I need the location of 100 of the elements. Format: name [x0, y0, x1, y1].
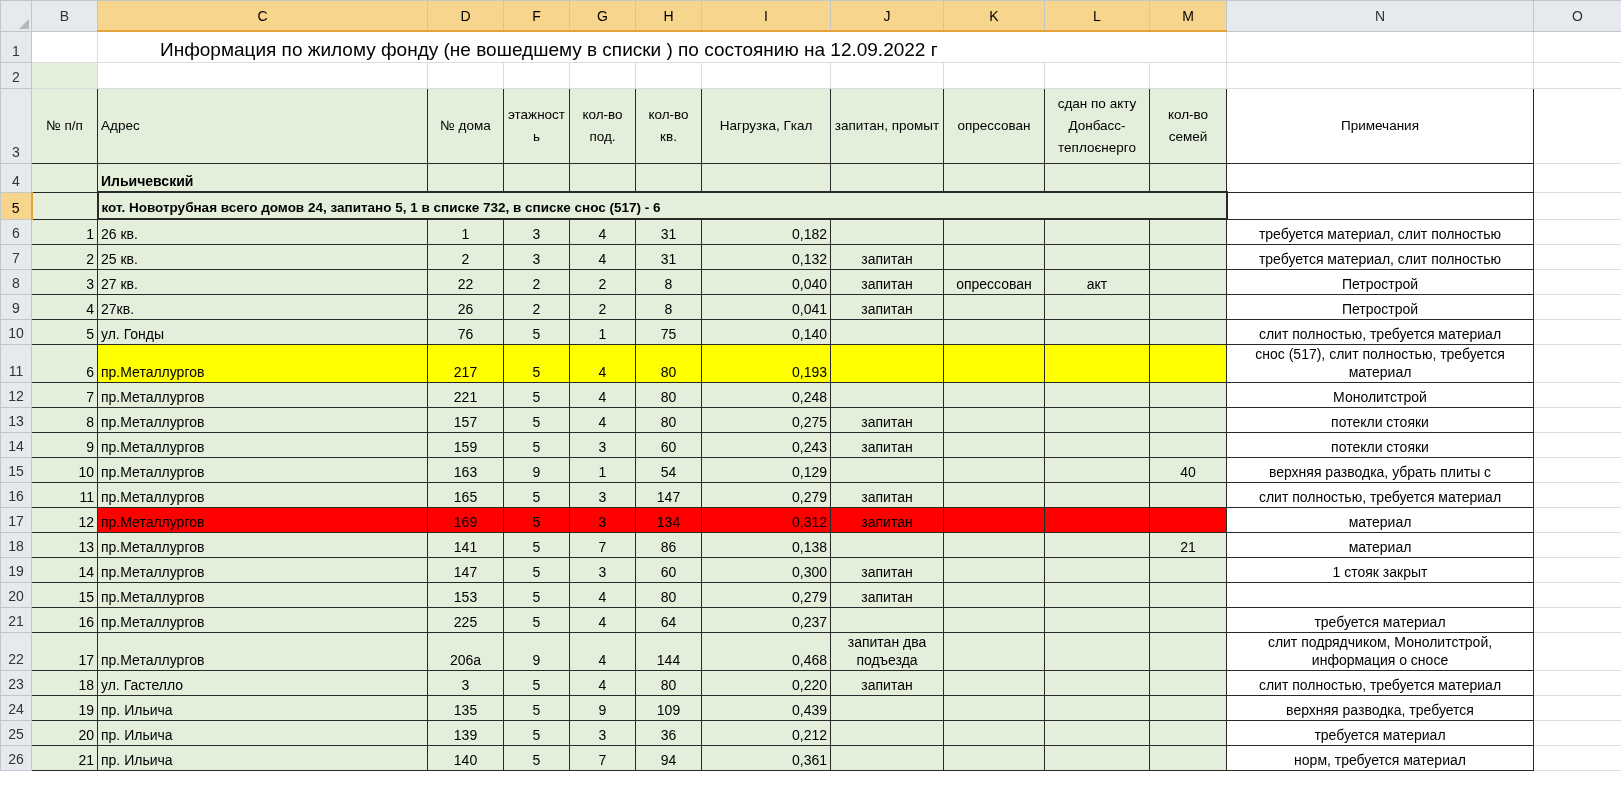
table-cell: требуется материал, слит полностью [1226, 219, 1534, 245]
table-cell: пр. Ильича [97, 720, 428, 746]
table-cell: запитан [830, 294, 944, 320]
column-header[interactable]: D [427, 0, 504, 31]
table-cell: 17 [31, 632, 98, 671]
table-cell: слит полностью, требуется материал [1226, 319, 1534, 345]
row-header[interactable]: 5 [0, 192, 32, 219]
table-cell: пр.Металлургов [97, 432, 428, 458]
table-cell: пр.Металлургов [97, 407, 428, 433]
row-header[interactable]: 20 [0, 582, 32, 608]
table-cell: пр. Ильича [97, 695, 428, 721]
row-header[interactable]: 4 [0, 163, 32, 192]
table-cell: Монолитстрой [1226, 382, 1534, 408]
table-cell: пр. Ильича [97, 745, 428, 771]
table-cell: 0,182 [701, 219, 831, 245]
table-cell: 0,300 [701, 557, 831, 583]
row-header[interactable]: 10 [0, 319, 32, 345]
table-cell: 0,248 [701, 382, 831, 408]
sheet-title: Информация по жилому фонду (не вошедшему в списки ) по состоянию на 12.09.2022 г [97, 31, 1227, 63]
row-header[interactable]: 12 [0, 382, 32, 408]
triangle-icon [19, 18, 29, 29]
table-cell: 0,040 [701, 269, 831, 295]
row-header[interactable]: 11 [0, 344, 32, 383]
row-header[interactable]: 6 [0, 219, 32, 245]
column-header[interactable]: I [701, 0, 831, 31]
row-header[interactable]: 8 [0, 269, 32, 295]
table-cell: пр.Металлургов [97, 607, 428, 633]
column-title: Нагрузка, Гкал [701, 88, 831, 164]
column-header[interactable]: G [569, 0, 636, 31]
table-cell: акт [1044, 269, 1150, 295]
row-header[interactable]: 24 [0, 695, 32, 721]
column-header[interactable]: H [635, 0, 702, 31]
table-cell: 6 [31, 344, 98, 383]
table-cell: 0,132 [701, 244, 831, 270]
table-cell: материал [1226, 532, 1534, 558]
table-cell: 0,361 [701, 745, 831, 771]
column-title: опрессован [943, 88, 1045, 164]
table-cell: запитан [830, 582, 944, 608]
table-cell: ул. Гастелло [97, 670, 428, 696]
column-title: этажность [503, 88, 570, 164]
table-cell: 4 [569, 632, 636, 671]
table-cell: требуется материал [1226, 720, 1534, 746]
row-header[interactable]: 3 [0, 88, 32, 164]
column-header[interactable]: C [97, 0, 428, 31]
table-cell: 0,468 [701, 632, 831, 671]
column-title: Адрес [97, 88, 428, 164]
table-cell: запитан [830, 482, 944, 508]
table-cell: верхняя разводка, требуется [1226, 695, 1534, 721]
table-cell: снос (517), слит полностью, требуется материал [1226, 344, 1534, 383]
table-cell: 1 [427, 219, 504, 245]
table-cell: 0,138 [701, 532, 831, 558]
table-cell: 144 [635, 632, 702, 671]
table-cell: 25 кв. [97, 244, 428, 270]
column-header[interactable]: L [1044, 0, 1150, 31]
table-cell: Петрострой [1226, 294, 1534, 320]
table-cell: запитан [830, 557, 944, 583]
row-header[interactable]: 7 [0, 244, 32, 270]
table-cell: 0,212 [701, 720, 831, 746]
column-header[interactable]: O [1533, 0, 1621, 31]
column-header[interactable]: K [943, 0, 1045, 31]
table-cell: 0,129 [701, 457, 831, 483]
row-header[interactable]: 14 [0, 432, 32, 458]
row-header[interactable]: 1 [0, 31, 32, 63]
table-cell: материал [1226, 507, 1534, 533]
table-cell: 0,312 [701, 507, 831, 533]
table-cell: слит полностью, требуется материал [1226, 482, 1534, 508]
column-header[interactable]: J [830, 0, 944, 31]
table-cell: пр.Металлургов [97, 482, 428, 508]
row-header[interactable]: 17 [0, 507, 32, 533]
table-cell: запитан [830, 670, 944, 696]
row-header[interactable]: 13 [0, 407, 32, 433]
row-header[interactable]: 2 [0, 62, 32, 89]
row-header[interactable]: 22 [0, 632, 32, 671]
table-cell: запитан [830, 432, 944, 458]
column-header[interactable]: F [503, 0, 570, 31]
table-cell: слит подрядчиком, Монолитстрой, информация о сносе [1226, 632, 1534, 671]
column-header[interactable]: N [1226, 0, 1534, 31]
row-header[interactable]: 23 [0, 670, 32, 696]
column-header[interactable]: B [31, 0, 98, 31]
table-cell: пр.Металлургов [97, 582, 428, 608]
row-header[interactable]: 26 [0, 745, 32, 771]
table-cell: верхняя разводка, убрать плиты с [1226, 457, 1534, 483]
table-cell: требуется материал [1226, 607, 1534, 633]
table-cell: ул. Гонды [97, 319, 428, 345]
row-header[interactable]: 16 [0, 482, 32, 508]
column-header[interactable]: M [1149, 0, 1227, 31]
table-cell: слит полностью, требуется материал [1226, 670, 1534, 696]
select-all-button[interactable] [0, 0, 32, 31]
table-cell: 80 [635, 344, 702, 383]
table-cell: пр.Металлургов [97, 457, 428, 483]
table-cell: запитан [830, 507, 944, 533]
row-header[interactable]: 21 [0, 607, 32, 633]
row-header[interactable]: 18 [0, 532, 32, 558]
row-header[interactable]: 19 [0, 557, 32, 583]
row-header[interactable]: 15 [0, 457, 32, 483]
row-header[interactable]: 25 [0, 720, 32, 746]
table-cell: потекли стояки [1226, 407, 1534, 433]
table-cell: 0,279 [701, 582, 831, 608]
row-header[interactable]: 9 [0, 294, 32, 320]
table-cell: Петрострой [1226, 269, 1534, 295]
